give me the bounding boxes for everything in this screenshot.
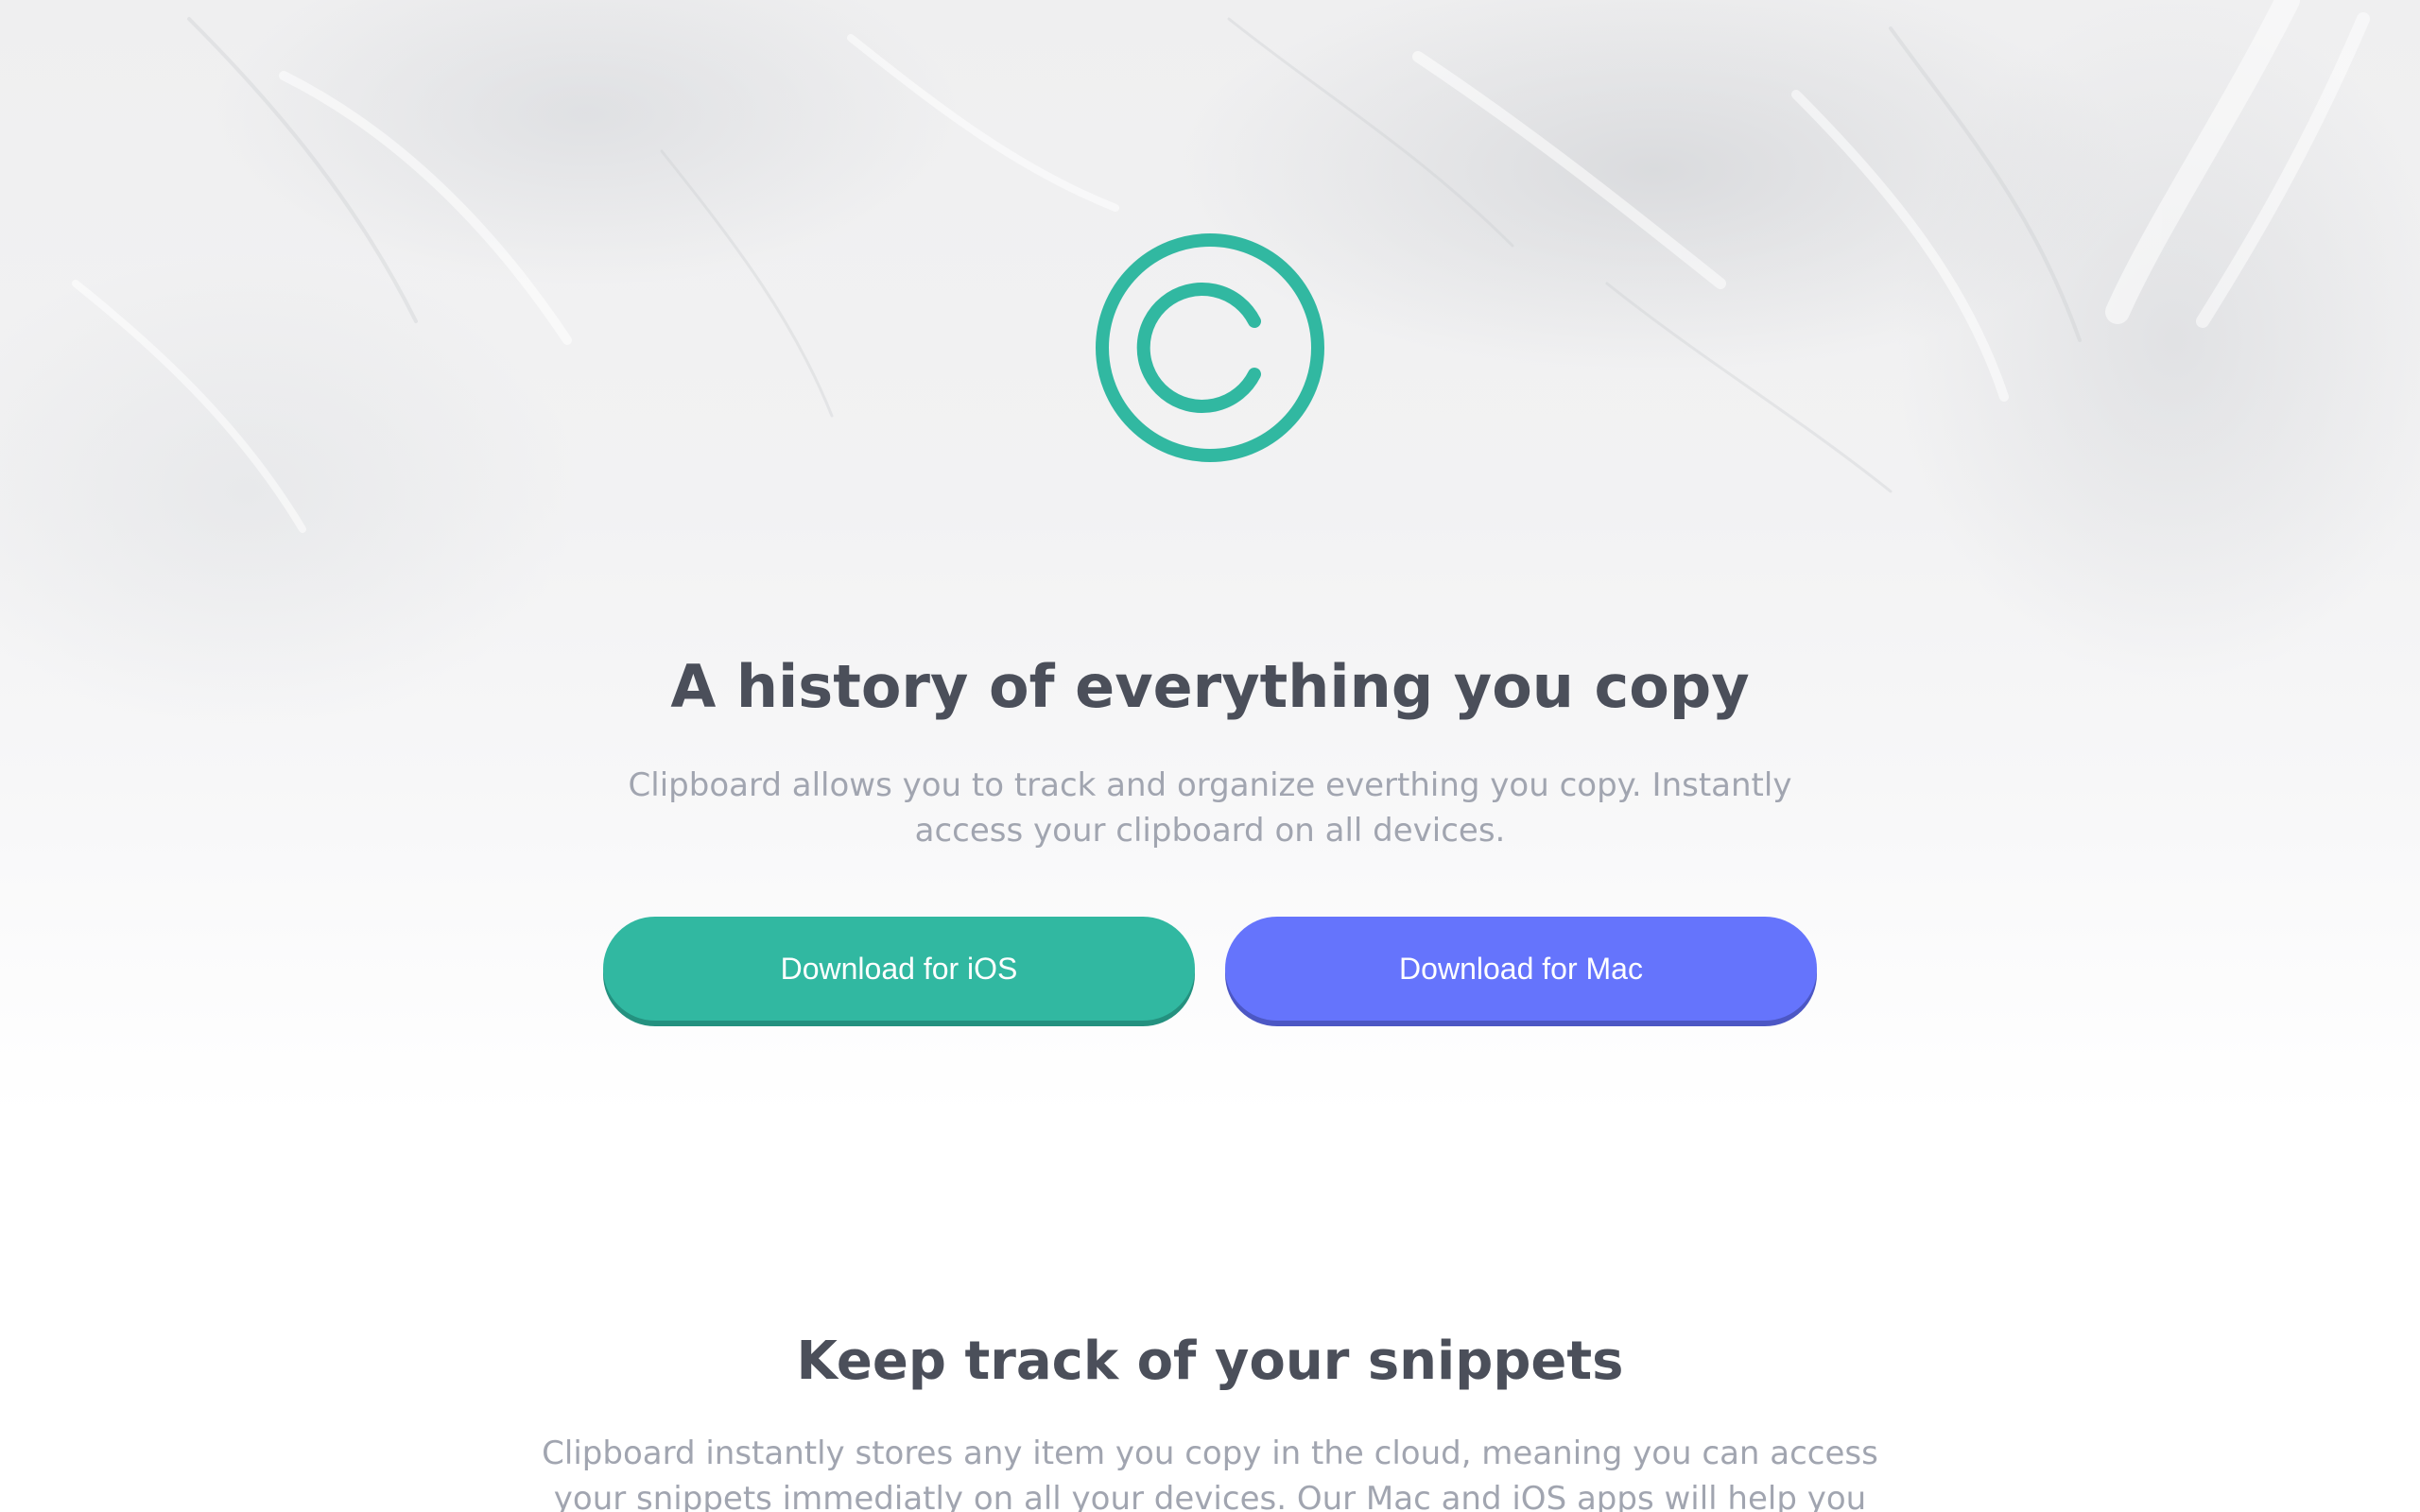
download-mac-button[interactable]: Download for Mac [1225,917,1817,1021]
section-description: Clipboard instantly stores any item you … [542,1435,1878,1512]
hero-description: Clipboard allows you to track and organi… [628,766,1792,850]
hero-background [0,0,2420,1115]
marble-texture [72,0,2370,533]
copyright-icon [1092,230,1328,466]
hero-title: A history of everything you copy [670,651,1750,721]
download-ios-button[interactable]: Download for iOS [603,917,1195,1021]
section-title: Keep track of your snippets [796,1331,1624,1393]
